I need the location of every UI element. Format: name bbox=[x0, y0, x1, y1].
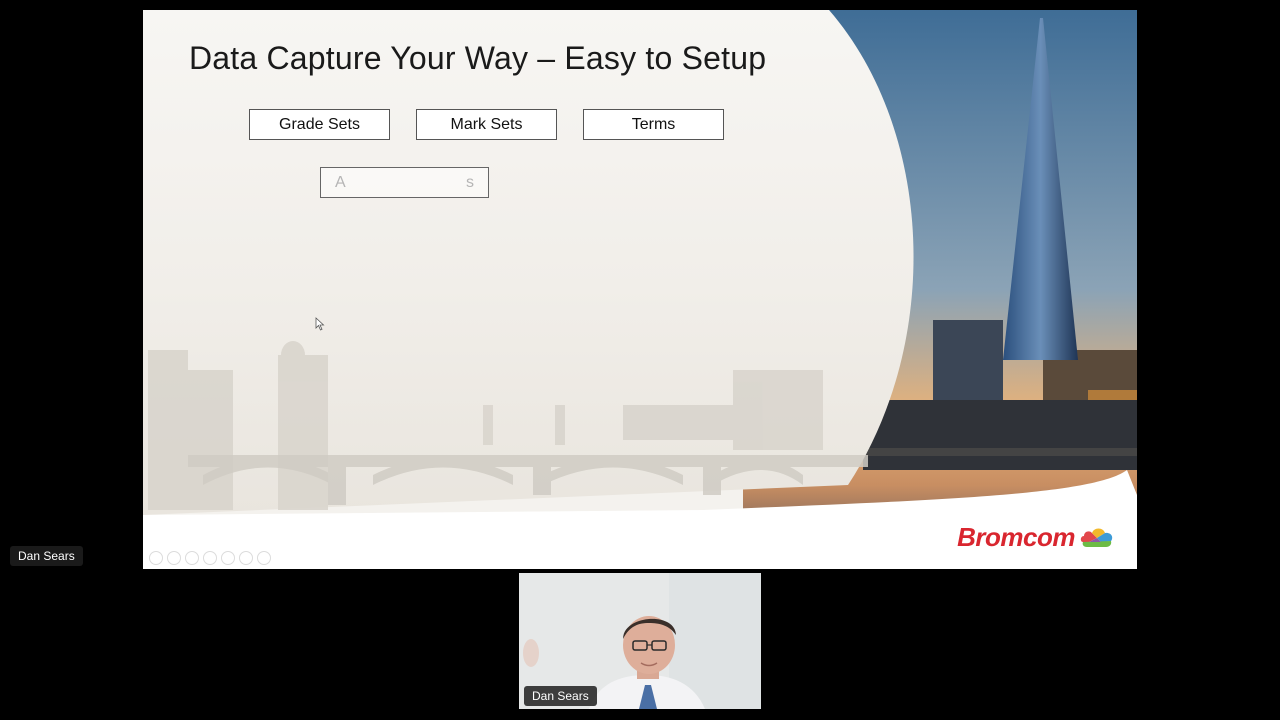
mark-sets-label: Mark Sets bbox=[450, 115, 523, 133]
subtitles-icon[interactable] bbox=[239, 551, 253, 565]
animating-box: A s bbox=[320, 167, 489, 198]
presenter-name-tag: Dan Sears bbox=[10, 546, 83, 566]
video-name-tag: Dan Sears bbox=[524, 686, 597, 706]
bromcom-logo: Bromcom bbox=[957, 522, 1115, 552]
slide-title: Data Capture Your Way – Easy to Setup bbox=[189, 40, 767, 76]
animating-box-start: A bbox=[335, 173, 346, 191]
animating-box-end: s bbox=[466, 173, 474, 191]
zoom-icon[interactable] bbox=[221, 551, 235, 565]
terms-label: Terms bbox=[631, 115, 676, 133]
shared-slide: Data Capture Your Way – Easy to Setup Gr… bbox=[143, 10, 1137, 569]
more-options-icon[interactable] bbox=[257, 551, 271, 565]
previous-slide-icon[interactable] bbox=[149, 551, 163, 565]
mouse-cursor-icon bbox=[315, 317, 325, 331]
participant-video-tile[interactable]: Dan Sears bbox=[519, 573, 761, 709]
cloud-logo-icon bbox=[1080, 528, 1113, 547]
grade-sets-box: Grade Sets bbox=[249, 109, 390, 140]
terms-box: Terms bbox=[583, 109, 724, 140]
see-all-slides-icon[interactable] bbox=[203, 551, 217, 565]
slideshow-controls bbox=[149, 551, 271, 565]
next-slide-icon[interactable] bbox=[167, 551, 181, 565]
pen-tool-icon[interactable] bbox=[185, 551, 199, 565]
brand-name: Bromcom bbox=[957, 521, 1075, 552]
grade-sets-label: Grade Sets bbox=[279, 115, 360, 133]
mark-sets-box: Mark Sets bbox=[416, 109, 557, 140]
london-skyline-background bbox=[143, 10, 1137, 569]
